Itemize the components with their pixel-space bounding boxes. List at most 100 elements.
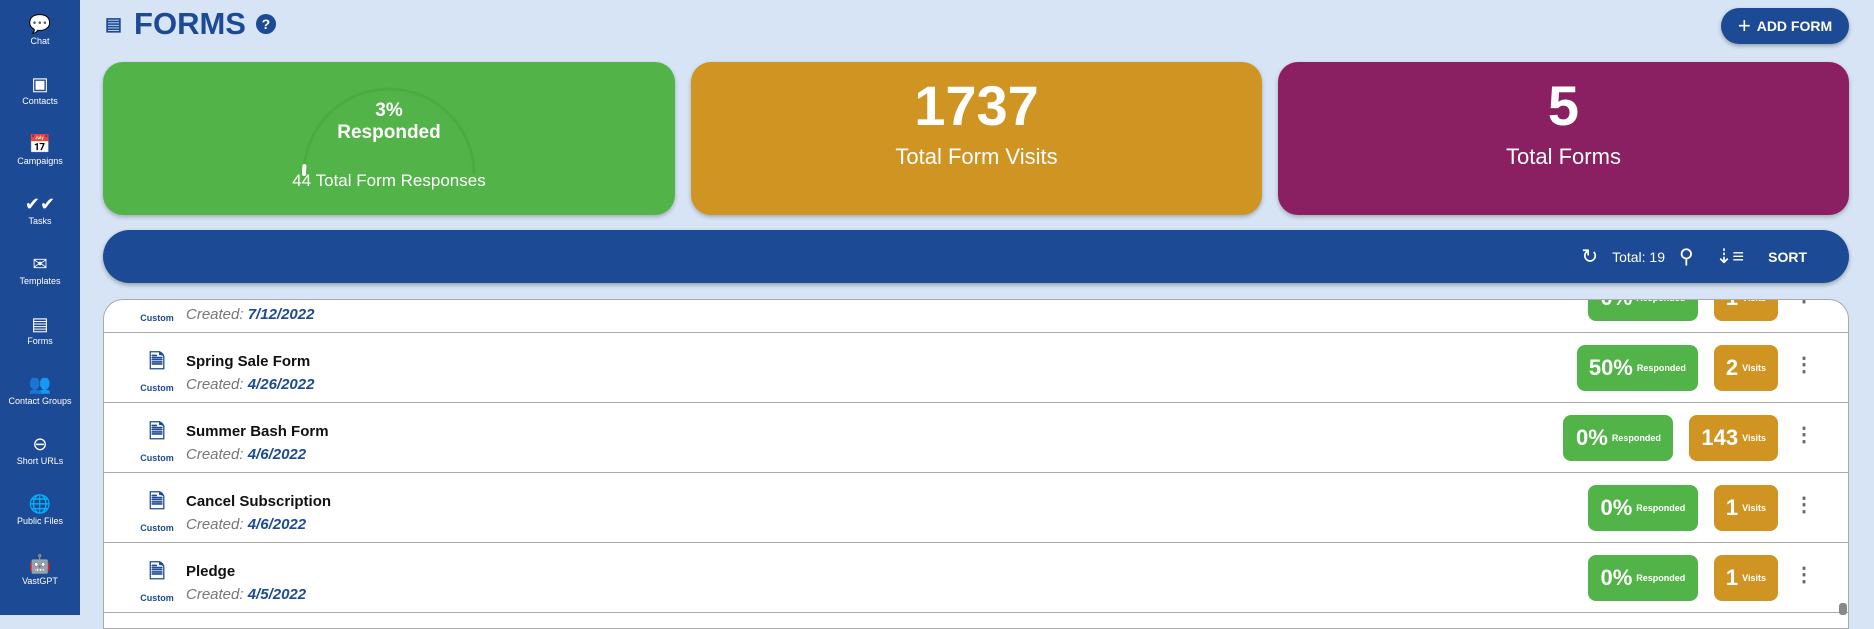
responded-text: Responded: [1612, 433, 1661, 443]
more-options-icon[interactable]: ⋮: [1794, 355, 1814, 375]
visits: 2: [1726, 355, 1738, 381]
more-options-icon[interactable]: ⋮: [1794, 425, 1814, 445]
table-row[interactable]: 🗎Custom Summer Bash Form Created: 4/6/20…: [104, 403, 1848, 473]
responded-text: Responded: [1637, 363, 1686, 373]
table-row[interactable]: 🗎Custom Created: 7/12/2022 0%Responded 1…: [104, 299, 1848, 333]
form-type: 🗎 Custom: [124, 557, 190, 603]
refresh-icon[interactable]: ↻: [1581, 244, 1598, 269]
sort-order-icon[interactable]: ⇣≡: [1716, 244, 1744, 269]
more-options-icon[interactable]: ⋮: [1794, 299, 1814, 305]
public-files-icon: 🌐: [29, 494, 51, 514]
type-label: Custom: [140, 383, 174, 393]
form-name[interactable]: Cancel Subscription: [186, 493, 331, 510]
more-options-icon[interactable]: ⋮: [1794, 495, 1814, 515]
forms-label: Total Forms: [1278, 144, 1849, 170]
forms-icon: ▤: [31, 314, 48, 334]
vastgpt-icon: 🤖: [29, 554, 51, 574]
sidebar-item-vastgpt[interactable]: 🤖VastGPT: [0, 540, 80, 600]
form-type: 🗎Custom: [124, 487, 190, 533]
form-name[interactable]: Summer Bash Form: [186, 423, 329, 440]
visits-badge: 1 Visits: [1714, 299, 1778, 321]
document-icon: 🗎: [124, 299, 190, 311]
campaigns-icon: 📅: [29, 134, 51, 154]
created-label: Created:: [186, 446, 244, 463]
chat-icon: 💬: [29, 14, 51, 34]
list-toolbar: ↻ Total: 19 ⚲ ⇣≡ SORT: [103, 230, 1849, 283]
responded-badge: 0%Responded: [1588, 555, 1698, 601]
sidebar-item-contacts[interactable]: ▣Contacts: [0, 60, 80, 120]
responded-card: 3% Responded 44 Total Form Responses: [103, 62, 675, 215]
date-value: 4/26/2022: [248, 376, 315, 393]
sidebar-item-forms[interactable]: ▤ Forms: [0, 300, 80, 360]
total-count: Total: 19: [1612, 249, 1665, 265]
sidebar-label: Tasks: [28, 216, 51, 226]
visits-text: Visits: [1742, 363, 1766, 373]
responded-badge: 0%Responded: [1588, 485, 1698, 531]
visits: 1: [1726, 565, 1738, 591]
responded-badge: 0%Responded: [1563, 415, 1673, 461]
date-value: 4/6/2022: [248, 516, 306, 533]
visits-badge: 2 Visits: [1714, 345, 1778, 391]
created-label: Created:: [186, 516, 244, 533]
sidebar-label: Public Files: [17, 516, 63, 526]
sidebar-label: Contacts: [22, 96, 58, 106]
date-value: 4/6/2022: [248, 446, 306, 463]
contact-groups-icon: 👥: [29, 374, 51, 394]
scrollbar[interactable]: [1839, 603, 1847, 615]
form-type: 🗎 Custom: [124, 347, 190, 393]
visits-text: Visits: [1742, 299, 1766, 303]
percent: 0%: [1600, 495, 1632, 521]
title-text: FORMS: [134, 6, 246, 42]
sidebar-item-public-files[interactable]: 🌐 Public Files: [0, 480, 80, 540]
table-row[interactable]: 🗎 Custom Spring Sale Form Created: 4/26/2…: [104, 333, 1848, 403]
sidebar-item-campaigns[interactable]: 📅 Campaigns: [0, 120, 80, 180]
document-icon: 🗎: [124, 557, 190, 591]
table-row[interactable]: 🗎 Custom Pledge Created: 4/5/2022 0%Respo…: [104, 543, 1848, 613]
created-date: Created: 4/5/2022: [186, 586, 306, 603]
type-label: Custom: [140, 593, 174, 603]
plus-icon: +: [1738, 13, 1751, 39]
created-date: Created: 4/6/2022: [186, 446, 306, 463]
form-type: 🗎Custom: [124, 299, 190, 323]
visits-text: Visits: [1742, 503, 1766, 513]
sidebar-item-templates[interactable]: ✉ Templates: [0, 240, 80, 300]
sidebar-label: Forms: [27, 336, 53, 346]
sidebar-item-contact-groups[interactable]: 👥Contact Groups: [0, 360, 80, 420]
search-icon[interactable]: ⚲: [1679, 244, 1694, 269]
sidebar-label: Templates: [19, 276, 60, 286]
sidebar-item-chat[interactable]: 💬 Chat: [0, 0, 80, 60]
created-date: Created: 7/12/2022: [186, 306, 314, 323]
more-options-icon[interactable]: ⋮: [1794, 565, 1814, 585]
created-label: Created:: [186, 306, 244, 323]
help-icon[interactable]: ?: [256, 14, 276, 34]
sidebar-item-tasks[interactable]: ✔✔Tasks: [0, 180, 80, 240]
visits: 143: [1701, 425, 1738, 451]
created-date: Created: 4/26/2022: [186, 376, 314, 393]
forms-list: 🗎Custom Created: 7/12/2022 0%Responded 1…: [103, 299, 1849, 629]
date-value: 4/5/2022: [248, 586, 306, 603]
add-form-button[interactable]: +ADD FORM: [1721, 8, 1849, 44]
visits-text: Visits: [1742, 433, 1766, 443]
form-type: 🗎Custom: [124, 417, 190, 463]
form-name[interactable]: Pledge: [186, 563, 235, 580]
table-row[interactable]: 🗎Custom Cancel Subscription Created: 4/6…: [104, 473, 1848, 543]
sort-button[interactable]: SORT: [1768, 249, 1807, 265]
visits-badge: 143 Visits: [1689, 415, 1778, 461]
type-label: Custom: [140, 453, 174, 463]
visits: 1: [1726, 299, 1738, 311]
created-date: Created: 4/6/2022: [186, 516, 306, 533]
responded-badge: 0%Responded: [1588, 299, 1698, 321]
sidebar-item-short-urls[interactable]: ⊖Short URLs: [0, 420, 80, 480]
page-title: ▤ FORMS ?: [105, 6, 276, 42]
sidebar-label: Chat: [30, 36, 49, 46]
templates-icon: ✉: [32, 254, 47, 274]
type-label: Custom: [140, 523, 174, 533]
form-name[interactable]: Spring Sale Form: [186, 353, 310, 370]
total-responses: 44 Total Form Responses: [103, 171, 675, 191]
responded-label: Responded: [103, 122, 675, 144]
forms-card: 5 Total Forms: [1278, 62, 1849, 215]
document-icon: 🗎: [124, 347, 190, 381]
visits-badge: 1Visits: [1714, 485, 1778, 531]
sidebar-label: Campaigns: [17, 156, 63, 166]
short-urls-icon: ⊖: [32, 434, 47, 454]
